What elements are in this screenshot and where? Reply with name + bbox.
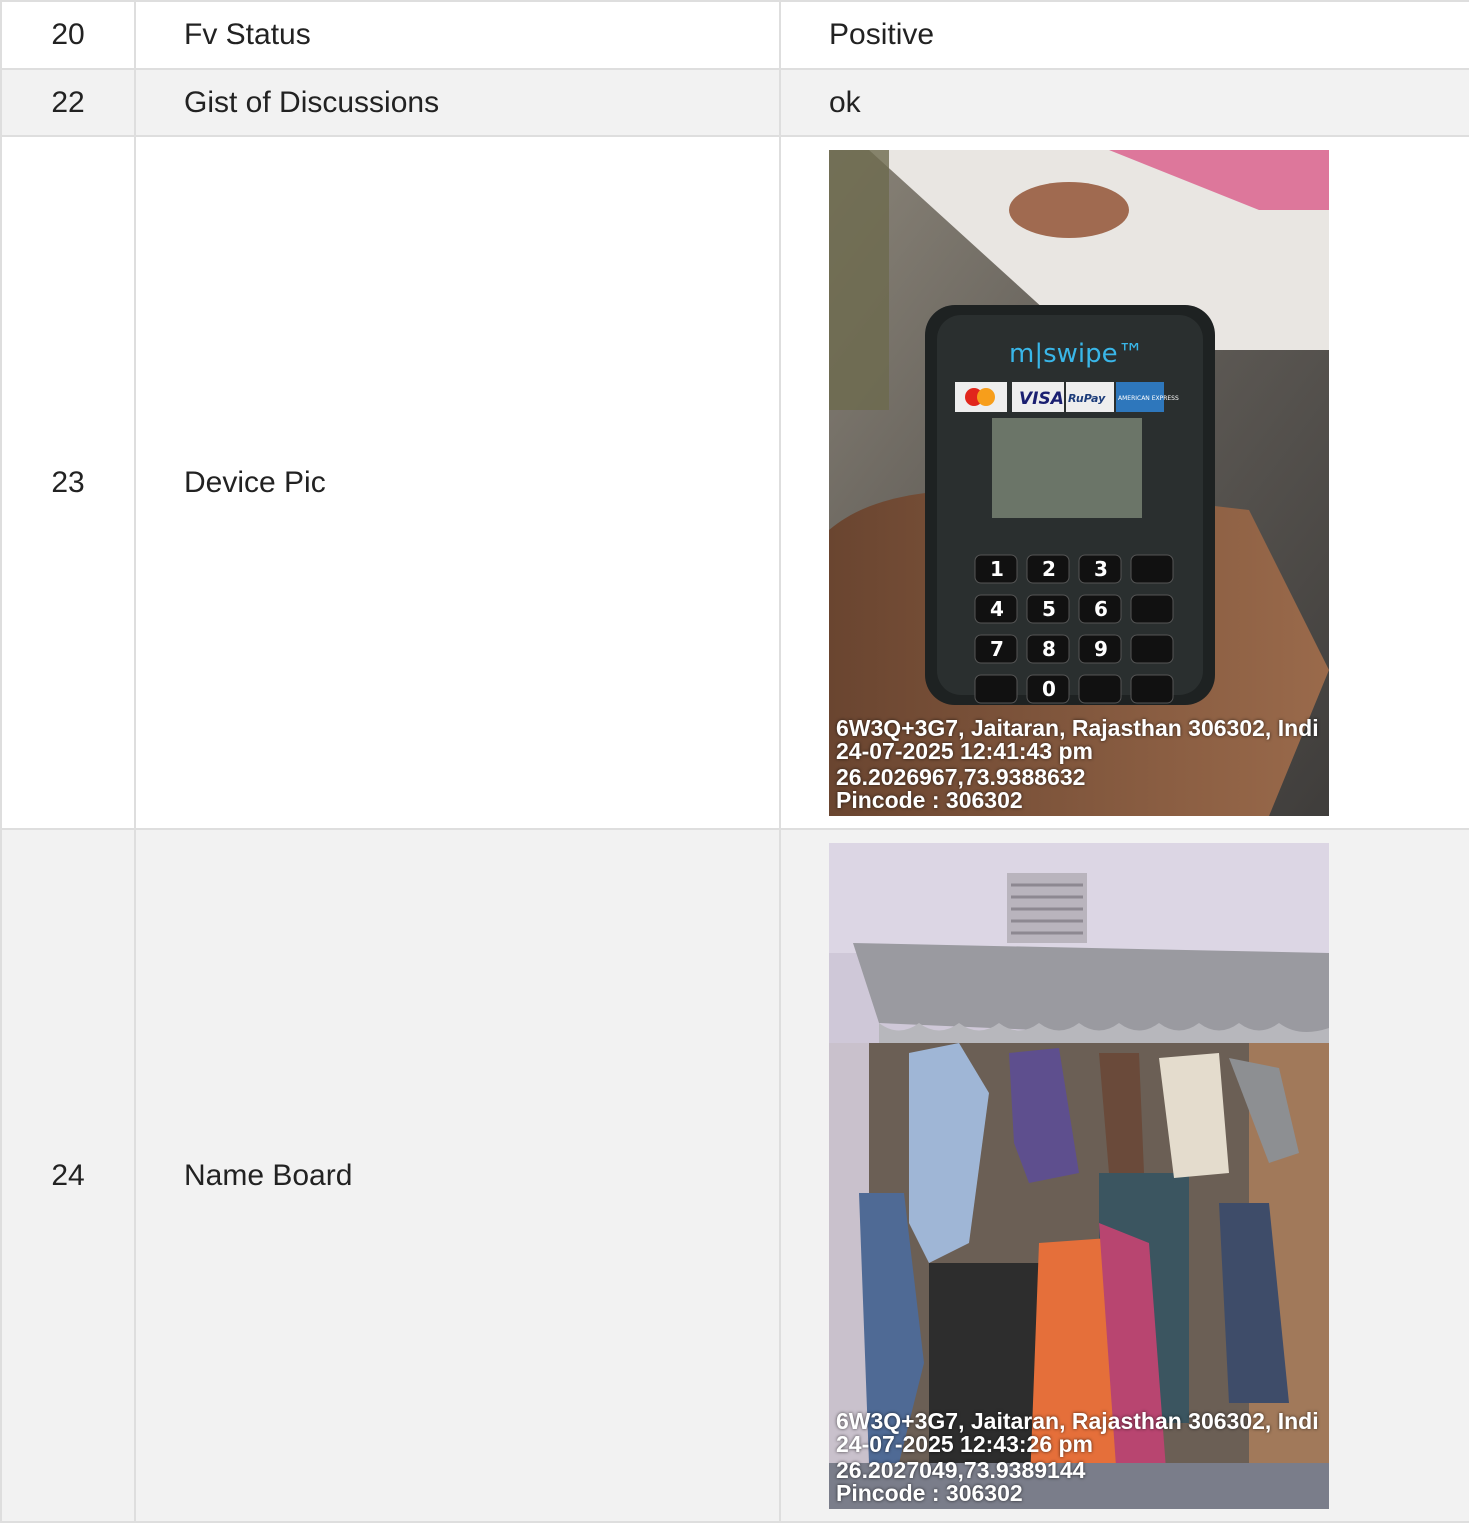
row-label: Fv Status <box>134 0 781 70</box>
keypad-function-key <box>1130 634 1174 663</box>
table-row: 23 Device Pic m|swipe™ VISA RuPay AMERIC… <box>0 135 1469 830</box>
field-verification-table: 20 Fv Status Positive 22 Gist of Discuss… <box>0 0 1469 1523</box>
row-number: 22 <box>0 68 136 137</box>
keypad-function-key <box>1130 554 1174 583</box>
keypad-key-label: 2 <box>1042 557 1056 581</box>
keypad-key <box>1078 674 1122 703</box>
amex-logo: AMERICAN EXPRESS <box>1118 395 1179 402</box>
row-number: 23 <box>0 135 136 830</box>
keypad-key-label: 9 <box>1094 637 1108 661</box>
row-number: 20 <box>0 0 136 70</box>
stamp-datetime: 24-07-2025 12:41:43 pm <box>836 737 1093 764</box>
keypad-key <box>974 674 1018 703</box>
keypad-key-label: 1 <box>990 557 1004 581</box>
fv-status-value: Positive <box>779 0 1469 70</box>
row-label: Name Board <box>134 828 781 1523</box>
table-row: 22 Gist of Discussions ok <box>0 68 1469 137</box>
stamp-address: 6W3Q+3G7, Jaitaran, Rajasthan 306302, In… <box>836 714 1319 741</box>
device-photo: m|swipe™ VISA RuPay AMERICAN EXPRESS 1 2 3… <box>829 149 1329 816</box>
keypad-function-key <box>1130 674 1174 703</box>
row-number: 24 <box>0 828 136 1523</box>
stamp-pincode: Pincode : 306302 <box>836 1479 1023 1506</box>
rupay-logo: RuPay <box>1068 392 1106 405</box>
keypad-key-label: 7 <box>990 637 1004 661</box>
stamp-coordinates: 26.2026967,73.9388632 <box>836 763 1086 790</box>
stamp-datetime: 24-07-2025 12:43:26 pm <box>836 1430 1093 1457</box>
mswipe-logo: m|swipe™ <box>1009 339 1144 369</box>
geo-stamp: 6W3Q+3G7, Jaitaran, Rajasthan 306302, In… <box>836 714 1319 813</box>
stamp-pincode: Pincode : 306302 <box>836 786 1023 813</box>
keypad-key-label: 4 <box>990 597 1004 621</box>
row-label: Device Pic <box>134 135 781 830</box>
table-row: 20 Fv Status Positive <box>0 0 1469 70</box>
keypad-function-key <box>1130 594 1174 623</box>
stamp-address: 6W3Q+3G7, Jaitaran, Rajasthan 306302, In… <box>836 1407 1319 1434</box>
keypad-key-label: 3 <box>1094 557 1108 581</box>
visa-logo: VISA <box>1019 389 1064 409</box>
name-board-photo: 6W3Q+3G7, Jaitaran, Rajasthan 306302, In… <box>829 842 1329 1509</box>
keypad-key-label: 6 <box>1094 597 1108 621</box>
keypad-key-label: 0 <box>1042 677 1056 701</box>
keypad-key-label: 8 <box>1042 637 1056 661</box>
discussion-value: ok <box>779 68 1469 137</box>
row-label: Gist of Discussions <box>134 68 781 137</box>
table-row: 24 Name Board 6W3Q+3G7, Jaitaran, Rajast… <box>0 828 1469 1523</box>
geo-stamp: 6W3Q+3G7, Jaitaran, Rajasthan 306302, In… <box>836 1407 1319 1506</box>
keypad-key-label: 5 <box>1042 597 1056 621</box>
stamp-coordinates: 26.2027049,73.9389144 <box>836 1456 1086 1483</box>
